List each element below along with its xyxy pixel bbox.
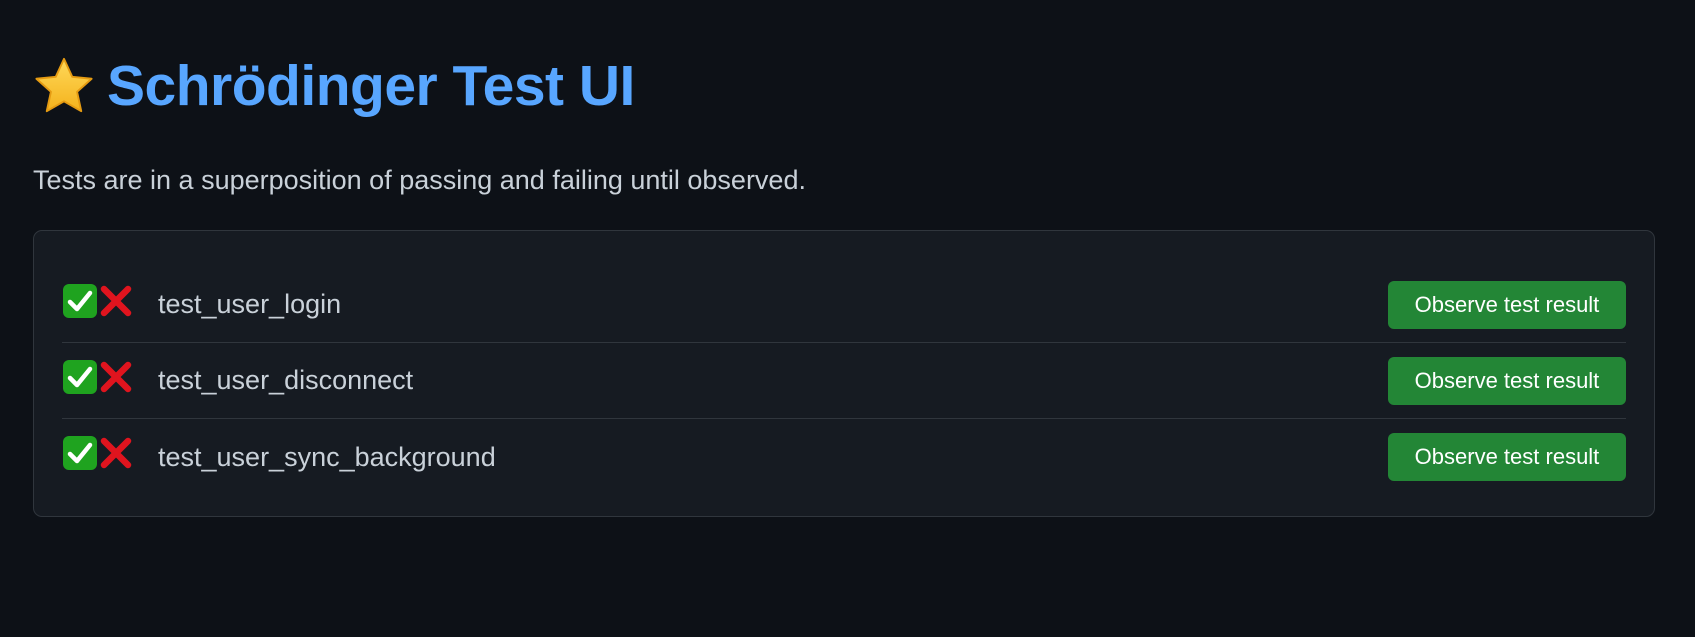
page-description: Tests are in a superposition of passing …	[33, 165, 806, 195]
title-text: Schrödinger Test UI	[107, 54, 635, 118]
check-mark-icon	[63, 436, 97, 470]
check-mark-icon	[63, 359, 97, 394]
page-title: Schrödinger Test UI	[33, 46, 1662, 126]
observe-test-result-button[interactable]: Observe test result	[1388, 280, 1626, 329]
test-row: test_user_login Observe test result	[62, 267, 1626, 343]
cross-mark-icon	[100, 285, 132, 316]
test-row: test_user_sync_background Observe test r…	[62, 419, 1626, 495]
test-name: test_user_sync_background	[158, 441, 496, 472]
superposition-status	[62, 281, 158, 321]
cross-mark-icon	[100, 437, 132, 469]
test-list-card: test_user_login Observe test result test…	[33, 230, 1655, 517]
observe-test-result-button[interactable]: Observe test result	[1388, 433, 1626, 481]
star-icon	[35, 57, 93, 113]
test-name: test_user_login	[158, 289, 342, 319]
test-row: test_user_disconnect Observe test result	[62, 343, 1626, 419]
superposition-status	[62, 433, 158, 473]
observe-test-result-button[interactable]: Observe test result	[1388, 356, 1626, 405]
test-name: test_user_disconnect	[158, 365, 414, 395]
superposition-status	[62, 357, 158, 397]
page: Schrödinger Test UI Tests are in a super…	[0, 0, 1695, 637]
cross-mark-icon	[100, 361, 132, 392]
check-mark-icon	[63, 283, 97, 318]
